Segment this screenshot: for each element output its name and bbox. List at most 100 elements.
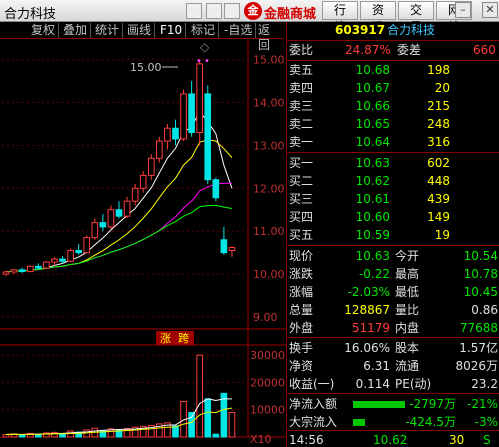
stat-value: 8026万 <box>455 359 498 373</box>
statistics-button[interactable]: 统计 <box>92 23 124 38</box>
ask-row[interactable]: 卖三 10.66 215 <box>287 98 499 115</box>
candle-body <box>123 200 131 217</box>
stat-label: 涨幅 <box>289 285 314 299</box>
stat-label: PE(动) <box>395 377 432 391</box>
candle-body <box>147 157 155 176</box>
ask-price: 10.67 <box>355 81 390 95</box>
remove-watchlist-button[interactable]: -自选 <box>221 23 257 38</box>
candle-body <box>10 269 18 273</box>
ask-volume: 215 <box>427 99 450 113</box>
bid-price: 10.62 <box>355 174 390 188</box>
title-bar: 合力科技 金 金融商城 行情 资讯 交易 网站 <box>0 0 499 34</box>
ask-row[interactable]: 卖二 10.65 248 <box>287 116 499 133</box>
volume-bar <box>220 392 228 438</box>
window-menu-icon[interactable] <box>186 3 202 19</box>
volume-bar <box>196 354 204 438</box>
candle-body <box>139 174 147 189</box>
stat-label: 内盘 <box>395 321 420 335</box>
stat-value: 77688 <box>459 321 498 335</box>
news-button[interactable]: 资讯 <box>360 1 396 34</box>
stat-row[interactable]: 总量 128867 量比 0.86 <box>287 302 499 319</box>
ma5-line <box>5 110 233 273</box>
ask-price: 10.64 <box>355 135 390 149</box>
bid-row[interactable]: 买三 10.61 439 <box>287 191 499 208</box>
candle-body <box>2 271 10 275</box>
bid-price: 10.61 <box>355 192 390 206</box>
bid-row[interactable]: 买四 10.60 149 <box>287 209 499 226</box>
back-button[interactable]: 返回 <box>255 23 284 52</box>
volume-bar <box>228 411 236 438</box>
stock-code: 603917 <box>335 23 386 37</box>
ask-level-label: 卖三 <box>289 99 314 113</box>
candle-body <box>172 127 179 140</box>
stat-value: 16.06% <box>344 341 390 355</box>
market-button[interactable]: 行情 <box>322 1 358 34</box>
fuquan-button[interactable]: 复权 <box>28 23 60 38</box>
candle-body <box>156 140 163 159</box>
chart-toolbar: 复权 叠加 统计 画线 F10 标记 -自选 返回 <box>0 22 284 52</box>
fundamental-row[interactable]: 收益(一) 0.114 PE(动) 23.2 <box>287 376 499 393</box>
bid-price: 10.60 <box>355 210 390 224</box>
mark-button[interactable]: 标记 <box>188 23 220 38</box>
stat-row[interactable]: 涨幅 -2.03% 最低 10.45 <box>287 284 499 301</box>
bid-volume: 439 <box>427 192 450 206</box>
svg-text:•: • <box>196 56 202 67</box>
f10-button[interactable]: F10 <box>157 23 187 38</box>
chart-dots: • • ◇ <box>196 40 210 67</box>
draw-line-button[interactable]: 画线 <box>124 23 156 38</box>
volume-bars <box>2 354 236 438</box>
ma20-line <box>5 182 232 273</box>
stock-name: 合力科技 <box>387 23 436 37</box>
bid-level-label: 买三 <box>289 192 314 206</box>
trade-button[interactable]: 交易 <box>398 1 434 34</box>
stat-value: 10.78 <box>463 267 498 281</box>
ask-price: 10.65 <box>355 117 390 131</box>
ma-lines <box>5 110 233 273</box>
ask-row[interactable]: 卖五 10.68 198 <box>287 62 499 79</box>
bid-row[interactable]: 买一 10.63 602 <box>287 155 499 172</box>
ask-volume: 20 <box>434 81 450 95</box>
stat-row[interactable]: 外盘 51179 内盘 77688 <box>287 320 499 337</box>
stat-value: -0.22 <box>358 267 390 281</box>
candle-body <box>99 222 107 228</box>
bid-row[interactable]: 买五 10.59 19 <box>287 227 499 244</box>
overlay-button[interactable]: 叠加 <box>60 23 92 38</box>
bid-volume: 448 <box>427 174 450 188</box>
volume-bar <box>204 398 212 438</box>
flow-row[interactable]: 净流入额 -2797万 -21% <box>287 396 499 413</box>
stat-value: 10.63 <box>355 249 390 263</box>
stat-label: 量比 <box>395 303 420 317</box>
kline-chart[interactable]: 15.00 14.00 13.00 12.00 11.00 10.00 9.00 30000 2… <box>0 39 286 447</box>
mall-logo-icon[interactable]: 金 <box>244 2 262 20</box>
mall-link[interactable]: 金融商城 <box>264 3 316 22</box>
candle-body <box>18 269 26 273</box>
flow-value: -424.5万 <box>405 415 456 429</box>
stat-label: 总量 <box>289 303 314 317</box>
stat-label: 外盘 <box>289 321 314 335</box>
ask-row[interactable]: 卖一 10.64 316 <box>287 134 499 151</box>
window-restore-icon[interactable] <box>224 3 240 19</box>
close-icon[interactable]: ✕ <box>482 2 498 18</box>
stat-row[interactable]: 现价 10.63 今开 10.54 <box>287 248 499 265</box>
ask-volume: 316 <box>427 135 450 149</box>
stat-value: 23.2 <box>471 377 498 391</box>
fundamental-row[interactable]: 换手 16.06% 股本 1.57亿 <box>287 340 499 357</box>
stat-label: 最高 <box>395 267 420 281</box>
fundamental-row[interactable]: 净资 6.31 流通 8026万 <box>287 358 499 375</box>
volume-bar <box>212 433 220 438</box>
flow-row[interactable]: 大宗流入 -424.5万 -3% <box>287 414 499 431</box>
candle-body <box>34 265 42 269</box>
peak-label: 15.00 <box>130 61 162 74</box>
bid-row[interactable]: 买二 10.62 448 <box>287 173 499 190</box>
stat-label: 换手 <box>289 341 314 355</box>
ask-row[interactable]: 卖四 10.67 20 <box>287 80 499 97</box>
svg-text:涨: 涨 <box>160 332 171 345</box>
candle-body <box>196 63 204 134</box>
limit-badge: 涨 跨 <box>156 331 194 345</box>
stat-row[interactable]: 涨跌 -0.22 最高 10.78 <box>287 266 499 283</box>
ask-price: 10.66 <box>355 99 390 113</box>
candle-body <box>220 239 228 254</box>
minimize-icon[interactable]: – <box>455 2 471 18</box>
window-list-icon[interactable] <box>206 3 222 19</box>
ask-volume: 248 <box>427 117 450 131</box>
